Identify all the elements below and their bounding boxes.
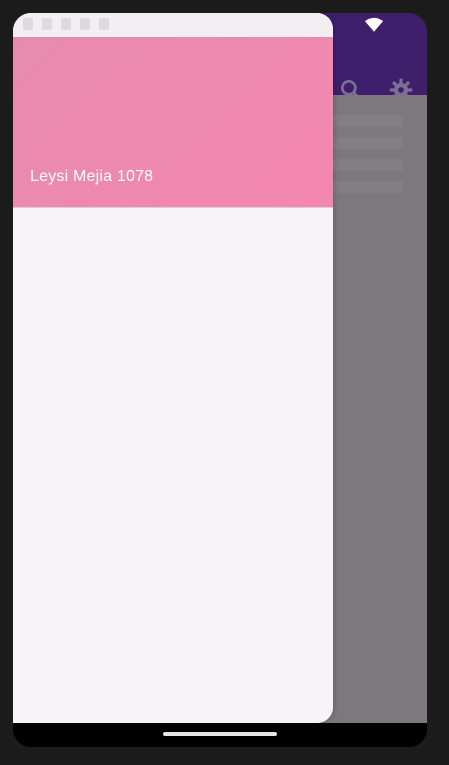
phone-screen: Leysi Mejia 1078 <box>13 13 427 747</box>
drawer-header-title: Leysi Mejia 1078 <box>30 168 154 185</box>
notification-icon <box>42 18 52 30</box>
status-icons <box>23 18 109 30</box>
drawer-header: Leysi Mejia 1078 <box>13 37 333 208</box>
notification-icon <box>80 18 90 30</box>
navigation-drawer: Leysi Mejia 1078 <box>13 13 333 723</box>
device-frame: Leysi Mejia 1078 <box>0 0 449 765</box>
system-nav-bar <box>13 723 427 747</box>
notification-icon <box>61 18 71 30</box>
home-gesture-handle[interactable] <box>163 732 277 736</box>
notification-icon <box>23 18 33 30</box>
status-bar <box>13 13 333 37</box>
drawer-body <box>13 208 333 723</box>
notification-icon <box>99 18 109 30</box>
